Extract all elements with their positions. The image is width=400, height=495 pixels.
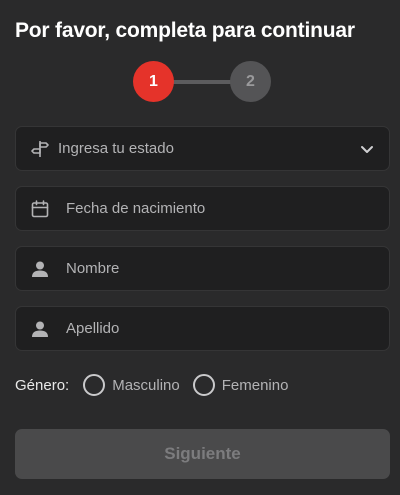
birthdate-field-label: Fecha de nacimiento bbox=[66, 200, 206, 217]
page-title: Por favor, completa para continuar bbox=[15, 19, 355, 42]
chevron-down-icon bbox=[359, 141, 375, 157]
first-name-field[interactable]: Nombre bbox=[15, 246, 390, 291]
female-radio[interactable] bbox=[192, 374, 215, 396]
state-select-label: Ingresa tu estado bbox=[58, 140, 174, 157]
birthdate-field[interactable]: Fecha de nacimiento bbox=[15, 186, 390, 231]
gender-label: Género: bbox=[15, 376, 70, 394]
user-icon bbox=[30, 319, 50, 339]
female-radio-label: Femenino bbox=[221, 376, 289, 394]
signpost-icon bbox=[30, 139, 50, 159]
male-radio-label: Masculino bbox=[112, 376, 180, 394]
gender-option-female[interactable]: Femenino bbox=[192, 374, 289, 396]
gender-group: Género: Masculino Femenino bbox=[15, 372, 301, 398]
calendar-icon bbox=[30, 199, 50, 219]
first-name-field-label: Nombre bbox=[66, 260, 120, 277]
next-button[interactable]: Siguiente bbox=[15, 429, 390, 479]
stepper-connector bbox=[171, 80, 235, 84]
gender-option-male[interactable]: Masculino bbox=[83, 374, 180, 396]
step-1-indicator: 1 bbox=[133, 61, 174, 102]
male-radio[interactable] bbox=[83, 374, 106, 396]
progress-stepper: 1 2 bbox=[133, 61, 273, 103]
user-icon bbox=[30, 259, 50, 279]
state-select[interactable]: Ingresa tu estado bbox=[15, 126, 390, 171]
step-2-indicator: 2 bbox=[230, 61, 271, 102]
last-name-field-label: Apellido bbox=[66, 320, 120, 337]
last-name-field[interactable]: Apellido bbox=[15, 306, 390, 351]
